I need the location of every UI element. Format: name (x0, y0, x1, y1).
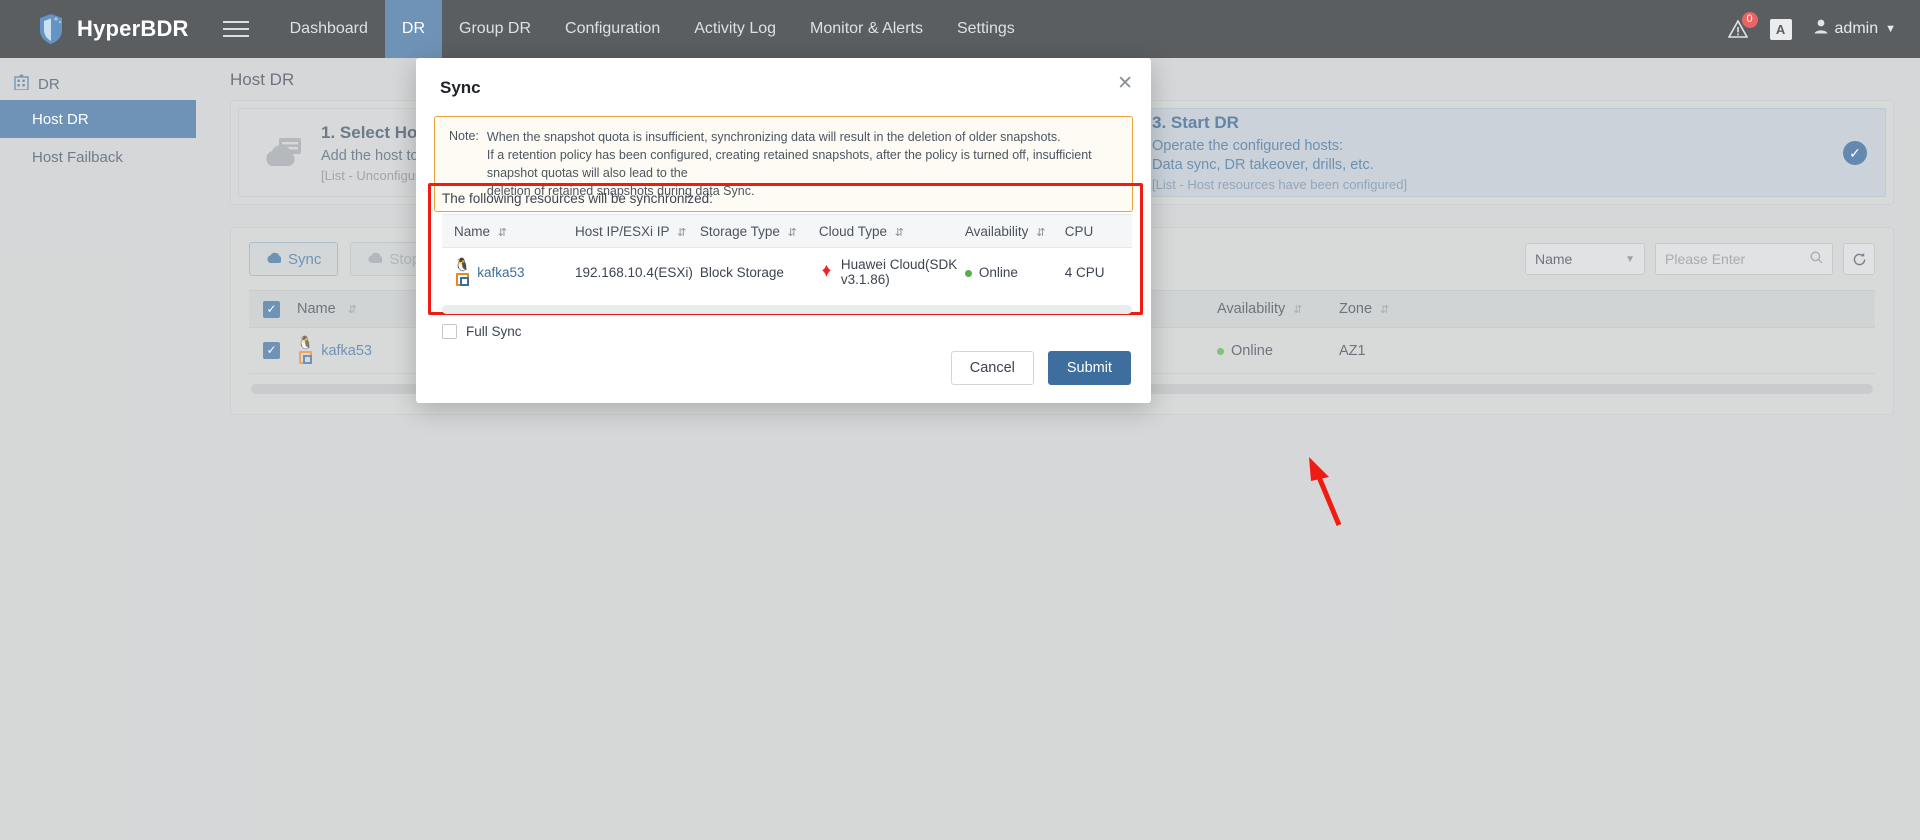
column-label: Cloud Type (818, 223, 887, 239)
resource-name-link[interactable]: kafka53 (477, 265, 524, 280)
row-availability-cell: Online (964, 264, 1065, 280)
sort-icon[interactable]: ⇵ (498, 226, 507, 239)
row-cpu-cell: 4 CPU (1064, 264, 1105, 280)
sync-table-header: Name ⇵ Host IP/ESXi IP ⇵ Storage Type ⇵ … (442, 214, 1132, 248)
huawei-cloud-icon (819, 264, 834, 281)
column-label: Host IP/ESXi IP (575, 223, 670, 239)
submit-button[interactable]: Submit (1047, 351, 1131, 385)
column-label: Name (454, 223, 491, 239)
linux-penguin-icon: 🐧 (454, 256, 471, 272)
column-header-availability[interactable]: Availability ⇵ (965, 224, 1065, 239)
column-label: Availability (964, 223, 1029, 239)
column-label: CPU (1064, 223, 1094, 239)
sync-resources-table: Name ⇵ Host IP/ESXi IP ⇵ Storage Type ⇵ … (442, 214, 1132, 296)
sort-icon[interactable]: ⇵ (788, 226, 797, 239)
note-line-2: If a retention policy has been configure… (486, 148, 1092, 180)
resources-label: The following resources will be synchron… (442, 191, 713, 206)
row-ip-cell: 192.168.10.4(ESXi) (575, 264, 693, 280)
note-line-1: When the snapshot quota is insufficient,… (486, 130, 1061, 144)
sync-modal: Sync ✕ Note: When the snapshot quota is … (416, 58, 1151, 403)
column-header-storage-type[interactable]: Storage Type ⇵ (700, 224, 819, 239)
app-root: HyperBDR Dashboard DR Group DR Configura… (0, 0, 1920, 840)
row-name-cell: 🐧 kafka53 (442, 256, 575, 286)
red-arrow-icon (1305, 455, 1365, 532)
row-storage-type-cell: Block Storage (699, 264, 784, 280)
full-sync-checkbox[interactable] (442, 324, 457, 339)
modal-header: Sync ✕ (416, 58, 1151, 98)
cloud-type-text: Huawei Cloud(SDK v3.1.86) (840, 257, 958, 287)
column-header-cpu[interactable]: CPU (1065, 224, 1132, 239)
column-label: Storage Type (699, 223, 780, 239)
modal-title: Sync (440, 78, 481, 97)
esxi-icon (455, 272, 469, 286)
cancel-button[interactable]: Cancel (950, 351, 1034, 385)
table-row[interactable]: 🐧 kafka53 192.168.10.4(ESXi) Block Stora… (442, 248, 1132, 296)
modal-footer: Cancel Submit (950, 351, 1131, 385)
column-header-name[interactable]: Name ⇵ (442, 224, 575, 239)
column-header-cloud-type[interactable]: Cloud Type ⇵ (819, 224, 965, 239)
sort-icon[interactable]: ⇵ (1036, 226, 1045, 239)
full-sync-option[interactable]: Full Sync (442, 324, 522, 339)
modal-horizontal-scrollbar[interactable] (442, 305, 1132, 314)
sort-icon[interactable]: ⇵ (895, 226, 904, 239)
sort-icon[interactable]: ⇵ (677, 226, 686, 239)
availability-text: Online (978, 264, 1018, 280)
column-header-host-ip[interactable]: Host IP/ESXi IP ⇵ (575, 224, 700, 239)
row-cloud-type-cell: Huawei Cloud(SDK v3.1.86) (819, 257, 965, 287)
full-sync-label: Full Sync (466, 324, 522, 339)
close-icon[interactable]: ✕ (1117, 74, 1133, 93)
